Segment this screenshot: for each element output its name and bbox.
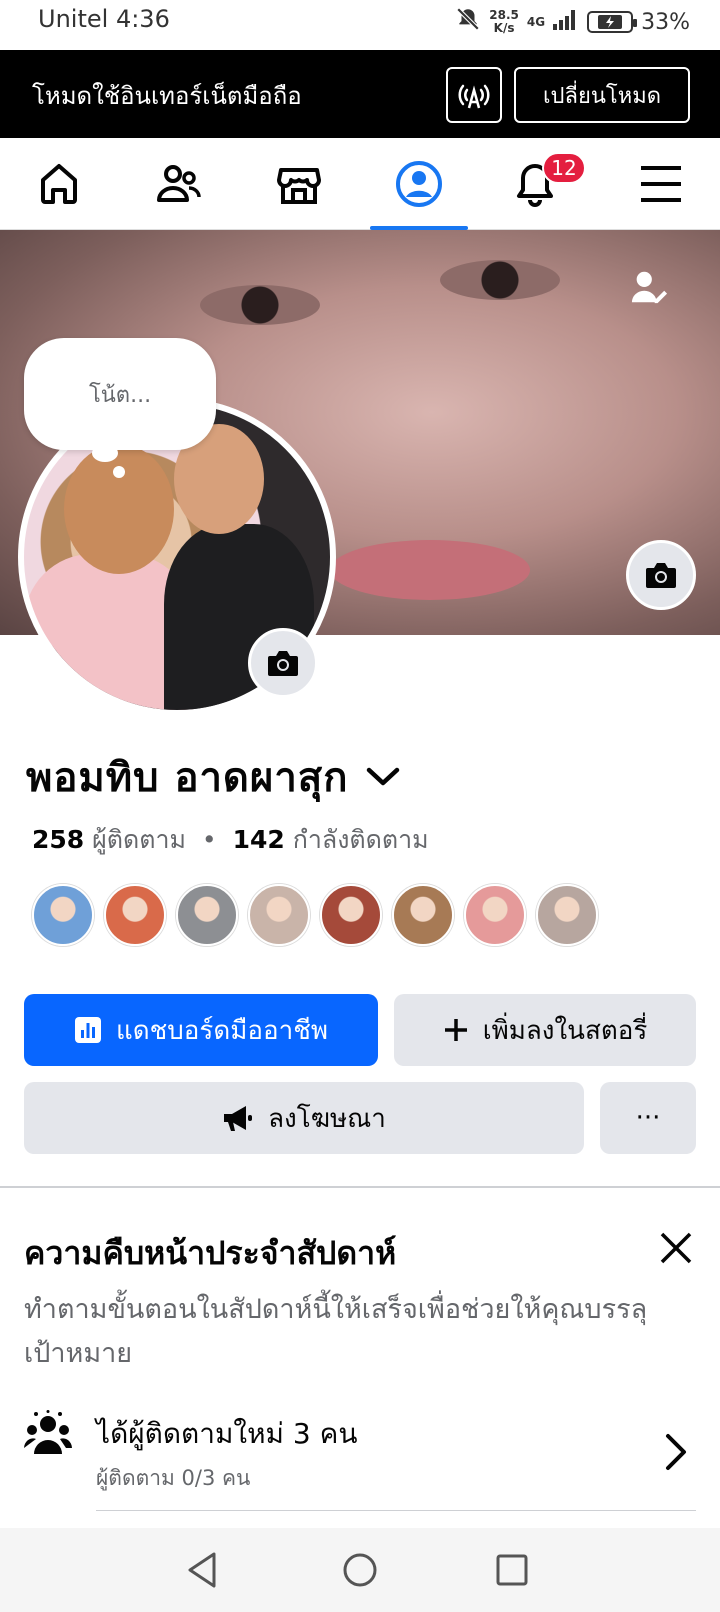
advertise-button[interactable]: ลงโฆษณา <box>24 1082 584 1154</box>
antenna-icon <box>458 84 490 109</box>
profile-camera-button[interactable] <box>248 628 318 698</box>
tab-marketplace[interactable] <box>244 138 354 230</box>
switch-mode-button[interactable]: เปลี่ยนโหมด <box>514 67 690 123</box>
home-button-icon[interactable] <box>340 1550 380 1590</box>
battery-icon <box>587 11 638 33</box>
camera-icon <box>646 563 676 588</box>
plus-icon <box>444 1019 467 1041</box>
mute-icon <box>455 6 481 38</box>
add-to-story-button[interactable]: เพิ่มลงในสตอรี่ <box>394 994 696 1066</box>
followers-label[interactable]: ผู้ติดตาม <box>92 825 186 854</box>
edit-avatar-icon[interactable] <box>630 268 668 306</box>
cover-camera-button[interactable] <box>626 540 696 610</box>
menu-icon <box>641 166 681 202</box>
back-icon[interactable] <box>184 1550 220 1590</box>
advertise-label: ลงโฆษณา <box>268 1103 386 1134</box>
profile-icon <box>396 161 442 207</box>
profile-stats: 258 ผู้ติดตาม • 142 กำลังติดตาม <box>32 820 429 860</box>
followers-count: 258 <box>32 825 85 854</box>
tab-profile[interactable] <box>364 138 474 230</box>
carrier: Unitel <box>38 5 109 33</box>
carrier-time: Unitel 4:36 <box>38 5 170 33</box>
tab-home[interactable] <box>4 138 114 230</box>
profile-name: พอมทิบ อาดผาสุก <box>26 755 349 801</box>
profile-name-row[interactable]: พอมทิบ อาดผาสุก <box>26 745 400 809</box>
follower-avatar[interactable] <box>464 884 526 946</box>
note-tail <box>92 444 118 462</box>
dashboard-label: แดชบอร์ดมืออาชีพ <box>115 1015 328 1046</box>
marketplace-icon <box>277 168 321 204</box>
add-story-label: เพิ่มลงในสตอรี่ <box>482 1015 648 1046</box>
banner-text: โหมดใช้อินเทอร์เน็ตมือถือ <box>32 82 302 110</box>
close-icon[interactable] <box>656 1228 696 1268</box>
chevron-down-icon[interactable] <box>366 766 400 788</box>
follower-avatar[interactable] <box>392 884 454 946</box>
chart-icon <box>74 1017 101 1043</box>
data-mode-button[interactable] <box>446 67 502 123</box>
follower-avatar[interactable] <box>248 884 310 946</box>
top-nav: 12 <box>0 138 720 230</box>
network-type: 4G <box>526 15 546 29</box>
battery-level: 33% <box>641 9 690 35</box>
weekly-goal-item[interactable]: ได้ผู้ติดตามใหม่ 3 คน ผู้ติดตาม 0/3 คน <box>24 1408 696 1512</box>
weekly-progress-title: ความคืบหน้าประจำสัปดาห์ <box>24 1234 397 1272</box>
status-icons: 28.5 K/s 4G 33% <box>455 6 690 38</box>
system-nav-bar <box>0 1528 720 1612</box>
more-options-button[interactable]: ··· <box>600 1082 696 1154</box>
goal-title: ได้ผู้ติดตามใหม่ 3 คน <box>96 1417 358 1450</box>
item-divider <box>96 1510 696 1511</box>
net-speed: 28.5 K/s <box>489 8 519 35</box>
note-bubble[interactable]: โน้ต... <box>24 338 216 450</box>
notification-badge: 12 <box>542 152 586 184</box>
megaphone-icon <box>224 1106 253 1131</box>
recents-icon[interactable] <box>494 1550 530 1590</box>
goal-progress: ผู้ติดตาม 0/3 คน <box>96 1466 251 1490</box>
cover-eye-left <box>200 285 320 325</box>
camera-icon <box>268 651 298 676</box>
section-divider <box>0 1186 720 1188</box>
weekly-progress-description: ทำตามขั้นตอนในสัปดาห์นี้ให้เสร็จเพื่อช่ว… <box>24 1294 648 1369</box>
tab-menu[interactable] <box>606 138 716 230</box>
more-icon: ··· <box>635 1103 661 1133</box>
chevron-right-icon <box>666 1434 686 1470</box>
signal-icon <box>553 8 579 36</box>
follower-avatar[interactable] <box>176 884 238 946</box>
people-icon <box>24 1410 72 1454</box>
follower-avatar[interactable] <box>320 884 382 946</box>
clock: 4:36 <box>115 5 170 33</box>
stats-separator: • <box>201 825 217 854</box>
follower-avatar[interactable] <box>32 884 94 946</box>
professional-dashboard-button[interactable]: แดชบอร์ดมืออาชีพ <box>24 994 378 1066</box>
home-icon <box>41 164 77 204</box>
follower-avatar[interactable] <box>104 884 166 946</box>
tab-friends[interactable] <box>124 138 234 230</box>
following-label[interactable]: กำลังติดตาม <box>293 825 429 854</box>
status-bar: Unitel 4:36 28.5 K/s 4G 33% <box>0 0 720 50</box>
note-tail-small <box>113 466 125 478</box>
follower-avatars <box>32 884 598 946</box>
cover-lips <box>330 540 530 600</box>
pp-face-1 <box>64 444 174 574</box>
cover-eye-right <box>440 260 560 300</box>
tab-notifications[interactable]: 12 <box>480 138 590 230</box>
follower-avatar[interactable] <box>536 884 598 946</box>
mobile-data-banner: โหมดใช้อินเทอร์เน็ตมือถือ เปลี่ยนโหมด <box>0 50 720 138</box>
friends-icon <box>157 165 201 202</box>
following-count: 142 <box>232 825 285 854</box>
